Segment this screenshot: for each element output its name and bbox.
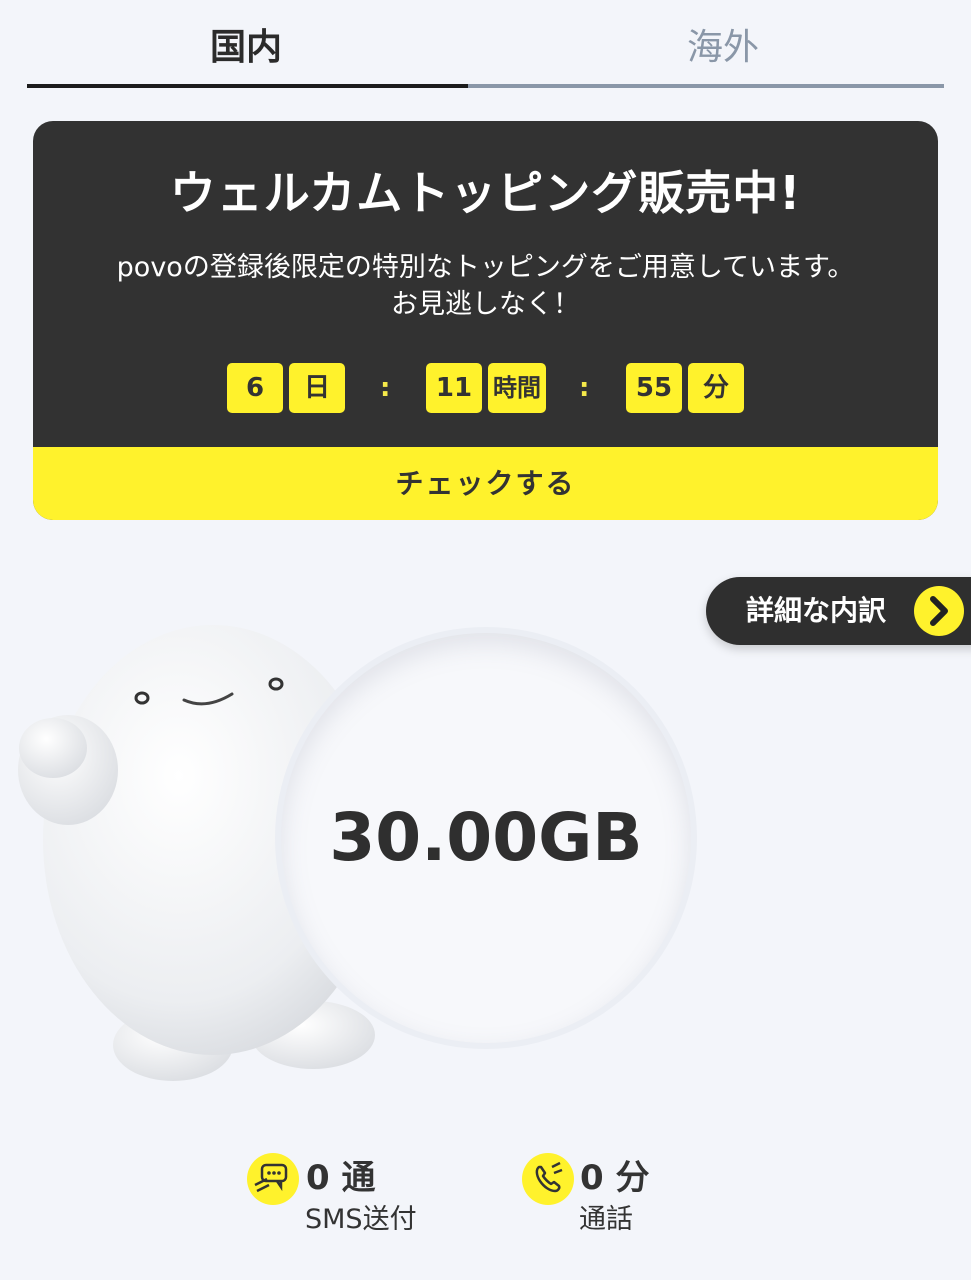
promo-description-line2: お見逃しなく！ bbox=[391, 289, 580, 320]
sms-icon bbox=[247, 1153, 299, 1205]
countdown-timer: 6 日 : 11 時間 : 55 分 bbox=[33, 363, 938, 413]
check-button[interactable]: チェックする bbox=[33, 447, 938, 520]
countdown-minutes-unit: 分 bbox=[688, 363, 744, 413]
detail-breakdown-button[interactable]: 詳細な内訳 bbox=[706, 577, 971, 645]
call-label: 通話 bbox=[579, 1204, 633, 1235]
sms-count: 0 通 bbox=[306, 1158, 376, 1198]
countdown-days-value: 6 bbox=[227, 363, 283, 413]
countdown-separator: : bbox=[579, 373, 590, 403]
detail-breakdown-label: 詳細な内訳 bbox=[746, 594, 887, 627]
tab-overseas[interactable]: 海外 bbox=[623, 18, 823, 70]
tab-active-indicator bbox=[27, 84, 468, 88]
promo-description: povoの登録後限定の特別なトッピングをご用意しています。 お見逃しなく！ bbox=[33, 249, 938, 323]
countdown-hours-unit: 時間 bbox=[488, 363, 546, 413]
tab-domestic[interactable]: 国内 bbox=[146, 18, 346, 70]
countdown-days-unit: 日 bbox=[289, 363, 345, 413]
data-remaining-amount: 30.00GB bbox=[329, 799, 643, 876]
chevron-right-icon bbox=[914, 586, 964, 636]
call-minutes: 0 分 bbox=[580, 1158, 650, 1198]
promo-description-line1: povoの登録後限定の特別なトッピングをご用意しています。 bbox=[116, 252, 855, 283]
countdown-minutes-value: 55 bbox=[626, 363, 682, 413]
tab-inactive-underline bbox=[468, 84, 944, 88]
sms-label: SMS送付 bbox=[305, 1204, 417, 1235]
tab-bar: 国内 海外 bbox=[27, 0, 944, 88]
promo-title: ウェルカムトッピング販売中! bbox=[169, 166, 802, 220]
phone-icon bbox=[522, 1153, 574, 1205]
countdown-separator: : bbox=[380, 373, 391, 403]
data-balance-circle: 30.00GB bbox=[281, 633, 691, 1043]
countdown-hours-value: 11 bbox=[426, 363, 482, 413]
welcome-topping-banner: ウェルカムトッピング販売中! povoの登録後限定の特別なトッピングをご用意して… bbox=[33, 121, 938, 520]
